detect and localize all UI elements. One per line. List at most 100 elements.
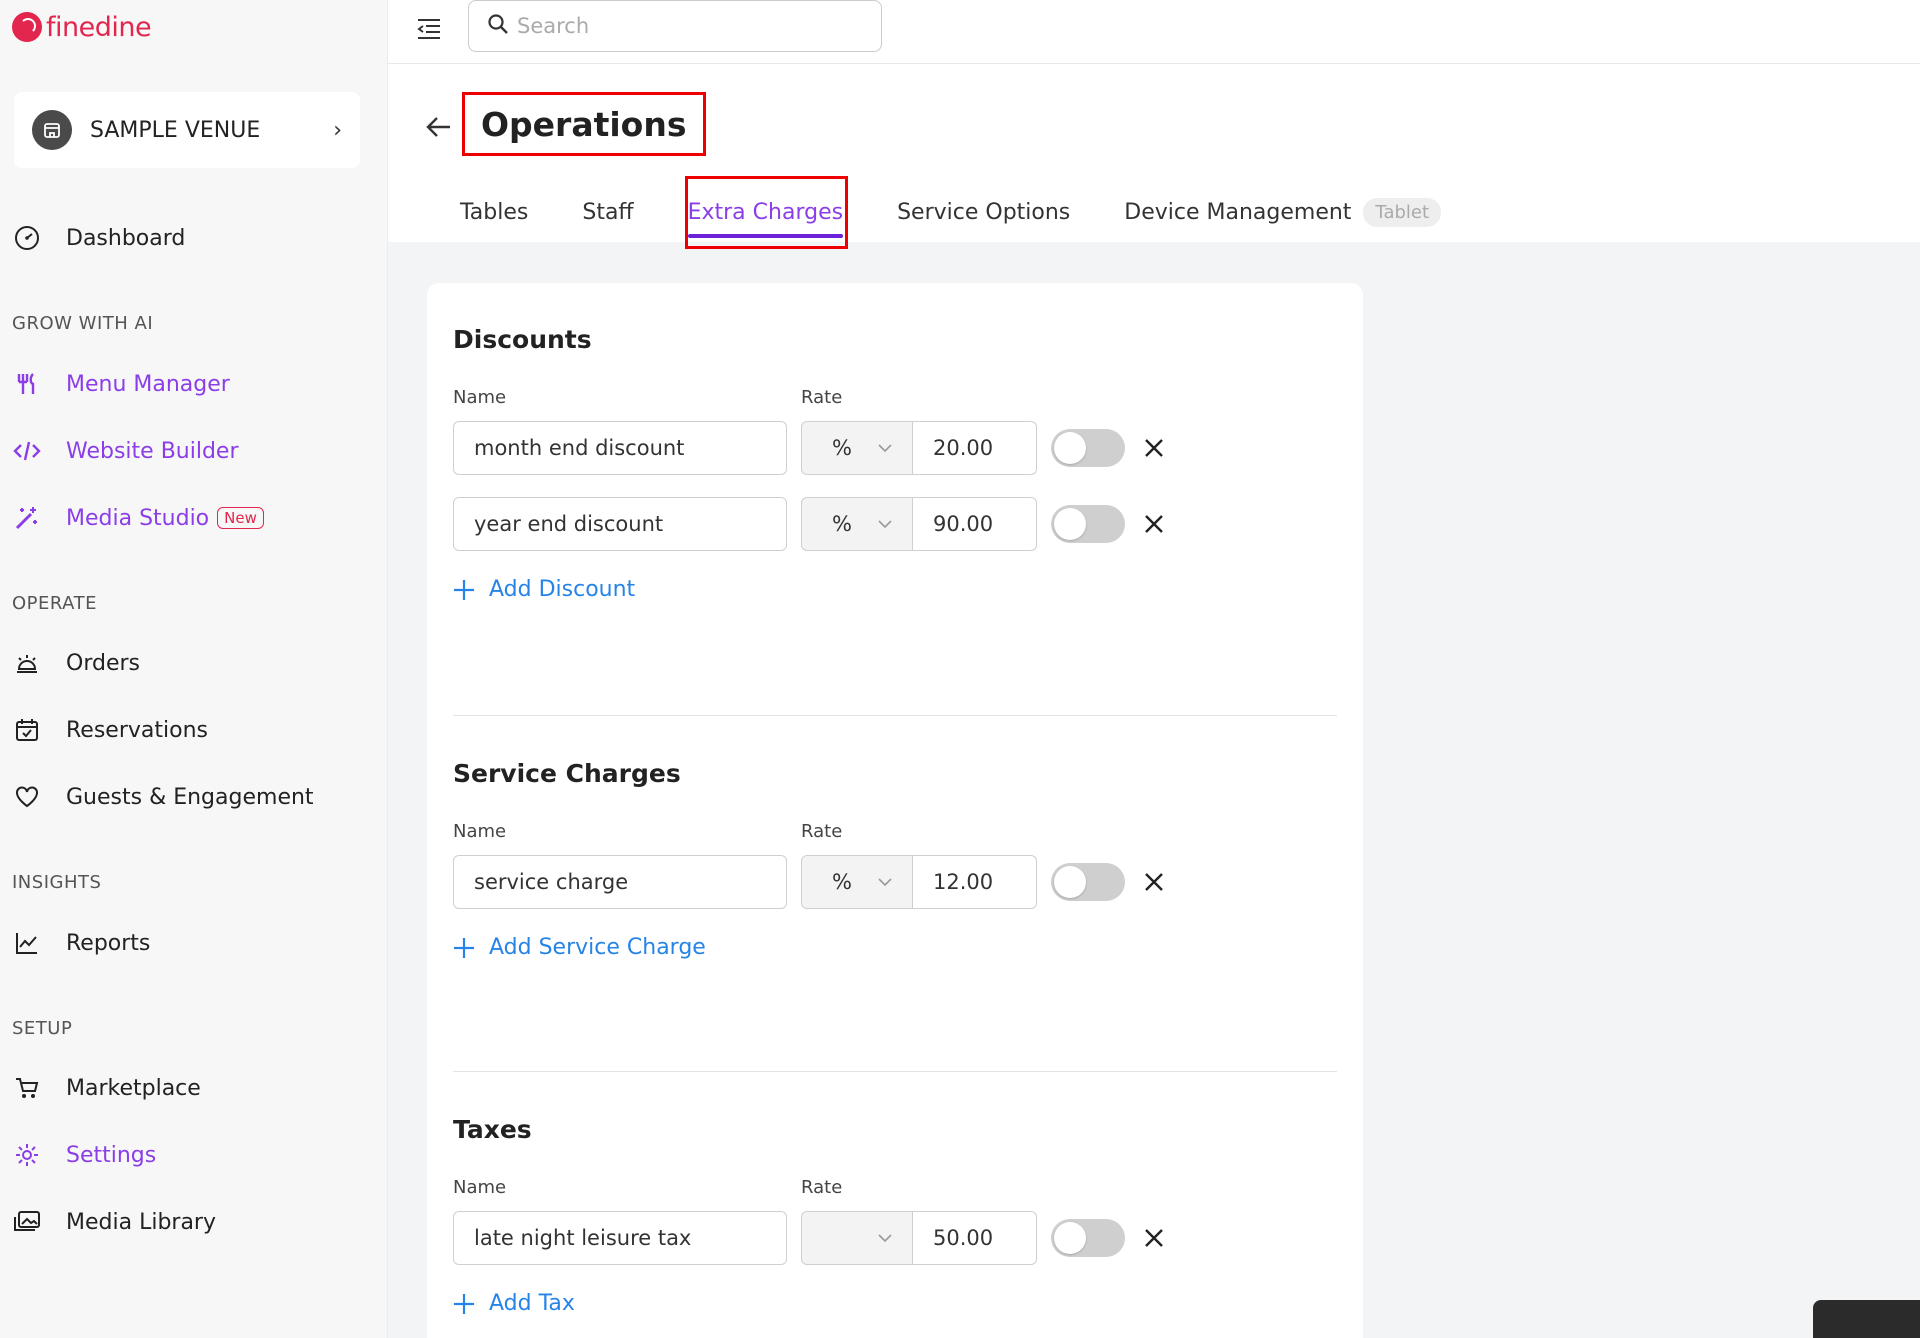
rate-type-select[interactable]: % [801, 855, 913, 909]
cart-icon [12, 1073, 42, 1103]
discounts-section: Discounts Name Rate % % [453, 325, 1337, 602]
menu-collapse-icon[interactable] [414, 14, 444, 44]
sidebar-item-reports[interactable]: Reports [12, 923, 150, 963]
new-badge: New [217, 507, 264, 529]
finedine-logo[interactable]: finedine [12, 10, 152, 44]
close-icon[interactable] [1139, 1223, 1169, 1253]
sidebar-item-label: Guests & Engagement [66, 784, 314, 810]
magic-wand-icon [12, 503, 42, 533]
brand-name: finedine [46, 11, 152, 43]
rate-type-select[interactable]: % [801, 421, 913, 475]
section-title: Taxes [453, 1115, 532, 1144]
gear-icon [12, 1140, 42, 1170]
tab-bar: Tables Staff Extra Charges Service Optio… [460, 182, 1442, 242]
chevron-right-icon: › [333, 117, 342, 143]
gauge-icon [12, 223, 42, 253]
sidebar-item-label: Marketplace [66, 1075, 201, 1101]
sidebar-item-media-library[interactable]: Media Library [12, 1202, 216, 1242]
name-column-label: Name [453, 1177, 507, 1198]
add-service-charge-button[interactable]: Add Service Charge [453, 935, 706, 960]
bell-icon [12, 648, 42, 678]
add-tax-label: Add Tax [489, 1291, 575, 1316]
images-icon [12, 1207, 42, 1237]
rate-value-input[interactable] [913, 855, 1037, 909]
close-icon[interactable] [1139, 867, 1169, 897]
service-charge-row: % [453, 855, 1337, 909]
sidebar-item-label: Settings [66, 1142, 157, 1168]
venue-switcher[interactable]: SAMPLE VENUE › [14, 92, 360, 168]
venue-name: SAMPLE VENUE [90, 117, 261, 143]
chevron-down-icon [878, 1234, 892, 1243]
sidebar-item-label: Menu Manager [66, 371, 230, 397]
back-arrow-icon[interactable] [424, 112, 454, 142]
chat-widget[interactable] [1813, 1300, 1920, 1338]
search-icon [487, 13, 509, 39]
sidebar-item-label: Orders [66, 650, 140, 676]
line-chart-icon [12, 928, 42, 958]
extra-charges-card: Discounts Name Rate % % [427, 283, 1363, 1338]
enable-toggle[interactable] [1051, 1219, 1125, 1257]
discount-name-input[interactable] [453, 421, 787, 475]
sidebar-item-orders[interactable]: Orders [12, 643, 140, 683]
name-column-label: Name [453, 387, 507, 408]
tablet-badge: Tablet [1363, 197, 1442, 227]
rate-type-select[interactable]: % [801, 497, 913, 551]
tab-label: Device Management [1124, 199, 1352, 225]
page-header: Operations Tables Staff Extra Charges Se… [388, 64, 1920, 242]
plus-icon [454, 1293, 474, 1314]
search-box[interactable] [468, 0, 882, 52]
sidebar-item-website-builder[interactable]: Website Builder [12, 431, 239, 471]
code-icon [12, 436, 42, 466]
enable-toggle[interactable] [1051, 863, 1125, 901]
discount-row: % [453, 497, 1337, 551]
enable-toggle[interactable] [1051, 429, 1125, 467]
sidebar-item-marketplace[interactable]: Marketplace [12, 1068, 201, 1108]
tab-service-options[interactable]: Service Options [897, 182, 1070, 242]
rate-value-input[interactable] [913, 497, 1037, 551]
close-icon[interactable] [1139, 433, 1169, 463]
discount-row: % [453, 421, 1337, 475]
sidebar-item-guests-engagement[interactable]: Guests & Engagement [12, 777, 314, 817]
sidebar-item-label: Dashboard [66, 225, 186, 251]
service-charge-name-input[interactable] [453, 855, 787, 909]
tab-staff[interactable]: Staff [582, 182, 633, 242]
section-setup: SETUP [12, 1018, 73, 1039]
section-divider [453, 1071, 1337, 1072]
section-operate: OPERATE [12, 593, 97, 614]
sidebar-item-media-studio[interactable]: Media Studio New [12, 498, 264, 538]
calendar-check-icon [12, 715, 42, 745]
section-title: Discounts [453, 325, 592, 354]
store-icon [32, 110, 72, 150]
tab-device-management[interactable]: Device Management Tablet [1124, 182, 1442, 242]
rate-value-input[interactable] [913, 1211, 1037, 1265]
close-icon[interactable] [1139, 509, 1169, 539]
add-discount-button[interactable]: Add Discount [453, 577, 635, 602]
sidebar-item-reservations[interactable]: Reservations [12, 710, 208, 750]
sidebar-item-dashboard[interactable]: Dashboard [12, 218, 185, 258]
finedine-logo-icon [12, 12, 42, 42]
chevron-down-icon [878, 878, 892, 887]
chevron-down-icon [878, 444, 892, 453]
tab-tables[interactable]: Tables [460, 182, 528, 242]
rate-type-value: % [832, 512, 852, 536]
add-tax-button[interactable]: Add Tax [453, 1291, 575, 1316]
sidebar-item-menu-manager[interactable]: Menu Manager [12, 364, 230, 404]
rate-value-input[interactable] [913, 421, 1037, 475]
section-insights: INSIGHTS [12, 872, 102, 893]
enable-toggle[interactable] [1051, 505, 1125, 543]
tax-name-input[interactable] [453, 1211, 787, 1265]
sidebar: finedine SAMPLE VENUE › Dashboard GROW W… [0, 0, 388, 1338]
sidebar-item-label: Reports [66, 930, 151, 956]
rate-column-label: Rate [801, 1177, 843, 1198]
rate-type-select[interactable] [801, 1211, 913, 1265]
rate-column-label: Rate [801, 387, 843, 408]
sidebar-item-settings[interactable]: Settings [12, 1135, 156, 1175]
sidebar-item-label: Reservations [66, 717, 208, 743]
search-input[interactable] [517, 14, 863, 38]
section-divider [453, 715, 1337, 716]
name-column-label: Name [453, 821, 507, 842]
active-tab-highlight-box [685, 176, 848, 249]
sidebar-item-label: Media Studio [66, 505, 210, 531]
taxes-section: Taxes Name Rate Add Tax [453, 1115, 1337, 1338]
discount-name-input[interactable] [453, 497, 787, 551]
